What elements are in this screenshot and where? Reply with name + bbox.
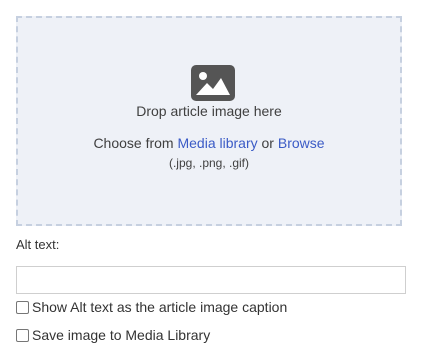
drop-instruction: Drop article image here	[136, 103, 282, 119]
allowed-formats: (.jpg, .png, .gif)	[168, 156, 250, 170]
alt-text-input[interactable]	[16, 266, 406, 294]
show-caption-label: Show Alt text as the article image capti…	[32, 299, 288, 315]
choose-source-line: Choose from Media library or Browse	[18, 135, 400, 151]
media-library-link[interactable]: Media library	[177, 135, 257, 151]
save-to-library-label: Save image to Media Library	[32, 327, 211, 343]
alt-text-label: Alt text:	[16, 237, 60, 252]
image-dropzone[interactable]: Drop article image here Choose from Medi…	[16, 16, 402, 226]
choose-prefix: Choose from	[93, 135, 174, 151]
show-caption-checkbox[interactable]	[16, 300, 29, 314]
image-icon	[191, 65, 235, 101]
browse-link[interactable]: Browse	[278, 135, 325, 151]
or-text: or	[261, 135, 274, 151]
save-to-library-option[interactable]: Save image to Media Library	[16, 327, 210, 343]
show-caption-option[interactable]: Show Alt text as the article image capti…	[16, 299, 287, 315]
save-to-library-checkbox[interactable]	[16, 328, 29, 342]
